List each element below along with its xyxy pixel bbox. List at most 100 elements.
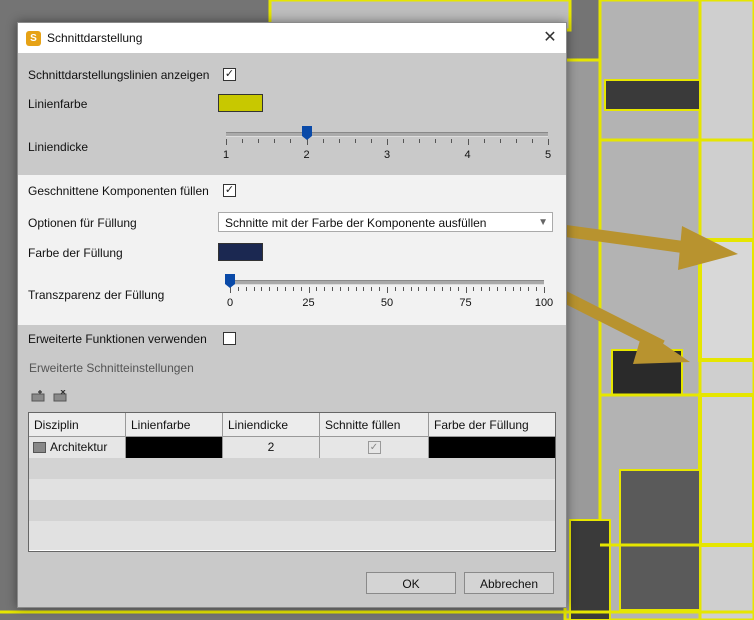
line-width-tick-label: 5 (544, 149, 552, 161)
remove-discipline-icon[interactable] (53, 390, 67, 402)
transparency-tick (496, 287, 498, 291)
column-header-line-color[interactable]: Linienfarbe (126, 413, 223, 437)
transparency-tick (465, 287, 467, 293)
section-display-dialog: S Schnittdarstellung ✕ Schnittdarstellun… (17, 22, 567, 608)
line-color-swatch[interactable] (218, 94, 263, 112)
line-width-tick (499, 139, 501, 143)
line-width-tick (435, 139, 437, 143)
transparency-tick (434, 287, 436, 291)
fill-options-value: Schnitte mit der Farbe der Komponente au… (225, 216, 487, 230)
transparency-tick (347, 287, 349, 291)
transparency-tick (418, 287, 420, 291)
transparency-tick (261, 287, 263, 291)
line-width-track[interactable] (226, 132, 548, 137)
transparency-tick (269, 287, 271, 291)
line-width-tick (242, 139, 244, 143)
line-width-tick (387, 139, 388, 145)
fill-options-select[interactable]: Schnitte mit der Farbe der Komponente au… (218, 212, 553, 232)
advanced-checkbox[interactable] (223, 332, 236, 345)
column-header-line-width[interactable]: Liniendicke (223, 413, 320, 437)
transparency-tick (394, 287, 396, 291)
line-width-tick-label: 2 (303, 149, 310, 161)
transparency-tick (410, 287, 412, 291)
fill-sections-checkbox[interactable]: ✓ (367, 441, 381, 455)
table-row-empty (29, 458, 555, 479)
transparency-track[interactable] (230, 280, 544, 285)
line-width-label: Liniendicke (28, 140, 89, 154)
dialog-title: Schnittdarstellung (47, 31, 143, 45)
column-header-discipline[interactable]: Disziplin (29, 413, 126, 437)
app-logo-icon: S (26, 31, 41, 46)
line-width-tick (531, 139, 533, 143)
transparency-tick (449, 287, 451, 291)
transparency-label: Transzparenz der Füllung (28, 288, 165, 302)
table-row-empty (29, 521, 555, 550)
line-width-tick (290, 139, 292, 143)
title-bar: S Schnittdarstellung ✕ (18, 23, 566, 53)
transparency-tick (536, 287, 538, 291)
line-width-tick (258, 139, 260, 143)
add-discipline-icon[interactable] (31, 390, 45, 402)
transparency-thumb[interactable] (225, 274, 235, 288)
transparency-tick (316, 287, 318, 291)
line-width-tick-label: 3 (383, 149, 391, 161)
lock-icon (33, 442, 46, 454)
discipline-name: Architektur (50, 440, 108, 454)
transparency-tick (277, 287, 279, 291)
line-width-tick (322, 139, 324, 143)
line-width-tick-label: 1 (222, 149, 230, 161)
line-color-label: Linienfarbe (28, 97, 88, 111)
line-width-tick (467, 139, 469, 145)
advanced-section-title: Erweiterte Schnitteinstellungen (29, 361, 194, 375)
discipline-cell: Architektur (29, 437, 126, 458)
line-width-tick (338, 139, 340, 143)
line-width-tick (451, 139, 453, 143)
transparency-tick (387, 287, 388, 293)
line-width-tick-label: 4 (464, 149, 471, 161)
fill-color-swatch[interactable] (218, 243, 263, 261)
transparency-tick (308, 287, 310, 293)
column-header-fill-color[interactable]: Farbe der Füllung (429, 413, 555, 437)
close-icon[interactable]: ✕ (540, 28, 560, 48)
line-width-cell[interactable]: 2 (223, 437, 320, 458)
transparency-tick (292, 287, 294, 291)
transparency-tick (355, 287, 357, 291)
transparency-tick (402, 287, 404, 291)
line-width-tick (370, 139, 372, 143)
transparency-tick (284, 287, 286, 291)
discipline-table: Disziplin Linienfarbe Liniendicke Schnit… (28, 412, 556, 552)
fill-components-checkbox[interactable]: ✓ (223, 184, 236, 197)
fill-options-label: Optionen für Füllung (28, 216, 137, 230)
transparency-tick (441, 287, 443, 291)
line-width-tick (515, 139, 517, 143)
line-color-cell[interactable] (126, 437, 223, 458)
transparency-tick-label: 0 (226, 297, 234, 309)
show-lines-checkbox[interactable]: ✓ (223, 68, 236, 81)
transparency-tick (473, 287, 475, 291)
line-width-tick (548, 139, 549, 145)
column-header-fill-sections[interactable]: Schnitte füllen (320, 413, 429, 437)
ok-button[interactable]: OK (366, 572, 456, 594)
fill-sections-cell[interactable]: ✓ (320, 437, 429, 458)
transparency-tick (426, 287, 428, 291)
transparency-tick-label: 25 (302, 297, 315, 309)
fill-color-cell[interactable] (429, 437, 555, 458)
table-row[interactable]: Architektur 2 ✓ (29, 437, 555, 458)
line-width-thumb[interactable] (301, 126, 312, 140)
line-width-tick (226, 139, 227, 145)
line-width-tick (483, 139, 485, 143)
transparency-tick (363, 287, 365, 291)
transparency-tick (339, 287, 341, 291)
transparency-tick (237, 287, 239, 291)
show-lines-label: Schnittdarstellungslinien anzeigen (28, 68, 210, 82)
transparency-tick (520, 287, 522, 291)
cancel-button[interactable]: Abbrechen (464, 572, 554, 594)
transparency-tick (300, 287, 302, 291)
transparency-tick-label: 100 (534, 297, 554, 309)
transparency-tick-label: 50 (380, 297, 394, 309)
transparency-tick (245, 287, 247, 291)
transparency-tick-label: 75 (459, 297, 472, 309)
transparency-tick (512, 287, 514, 291)
transparency-tick (324, 287, 326, 291)
transparency-tick (528, 287, 530, 291)
